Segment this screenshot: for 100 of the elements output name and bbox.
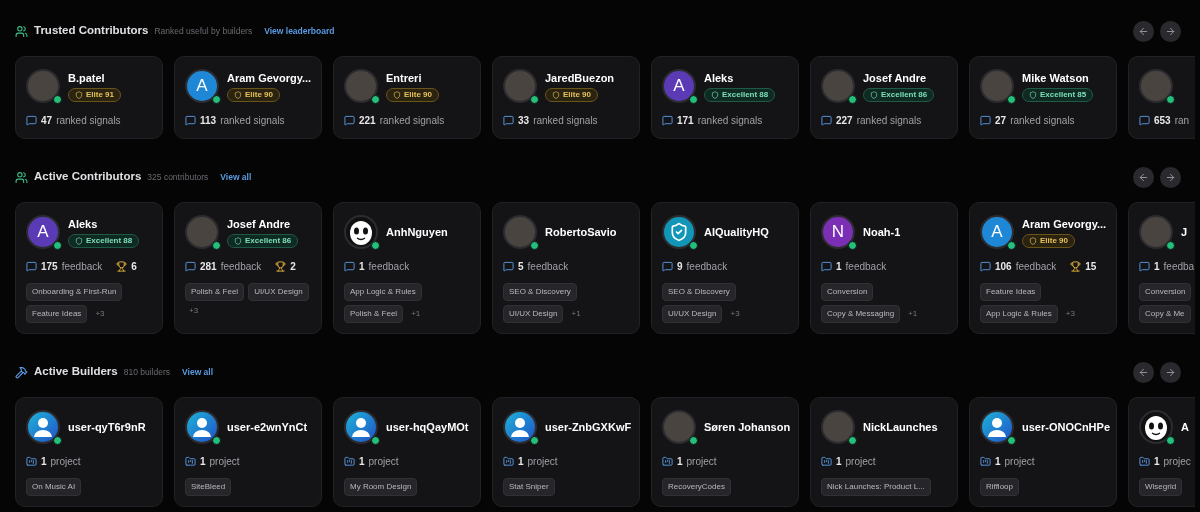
tag: Polish & Feel	[344, 305, 404, 323]
user-name[interactable]: Mike Watson	[1022, 70, 1094, 85]
profile-card[interactable]: N Noah-1 1 feedback Conversion Copy & Messaging +1	[810, 202, 958, 334]
arrow-right-icon	[1165, 366, 1176, 378]
user-name[interactable]: Aram Gevorgy...	[1022, 216, 1107, 231]
stat-count: 5	[518, 260, 524, 274]
user-name[interactable]: Entreri	[386, 70, 439, 85]
next-button[interactable]	[1160, 166, 1181, 188]
user-name[interactable]: B.patel	[68, 70, 121, 85]
folder-icon	[344, 456, 355, 467]
comment-icon	[26, 261, 37, 272]
previous-button[interactable]	[1133, 166, 1154, 188]
comment-icon	[821, 261, 832, 272]
stat-count: 227	[836, 114, 853, 128]
next-button[interactable]	[1160, 361, 1181, 383]
profile-card[interactable]: user-ONOCnHPe 1 project Riffloop	[969, 397, 1117, 507]
tag: RecoveryCodes	[662, 478, 731, 496]
user-name[interactable]: user-qyT6r9nR	[68, 420, 146, 434]
previous-button[interactable]	[1133, 20, 1154, 42]
profile-card[interactable]: A Aram Gevorgy... Elite 90 106 feedback 15 Feature Ideas App Logic & Rules +3	[969, 202, 1117, 334]
stat-label: project	[368, 455, 399, 469]
stat-label: ranked signals	[697, 114, 763, 128]
profile-card[interactable]: J 1 feedba Conversion Copy & Me	[1128, 202, 1195, 334]
user-name[interactable]: AnhNguyen	[386, 225, 448, 239]
profile-card[interactable]: user-e2wnYnCt 1 project SiteBleed	[174, 397, 322, 507]
score-badge: Excellent 85	[1022, 87, 1094, 102]
profile-card[interactable]: user-ZnbGXKwF 1 project Stat Sniper	[492, 397, 640, 507]
stat-count: 175	[41, 260, 58, 274]
stat-label: feedback	[61, 260, 103, 274]
folder-icon	[26, 456, 37, 467]
profile-card[interactable]: Josef Andre Excellent 86 227 ranked signals	[810, 56, 958, 139]
folder-icon	[980, 456, 991, 467]
tag: Onboarding & First-Run	[26, 283, 123, 301]
photo-placeholder	[662, 410, 696, 444]
user-name[interactable]: Aram Gevorgy...	[227, 70, 312, 85]
score-badge: Excellent 88	[704, 87, 776, 102]
user-name[interactable]: Josef Andre	[227, 216, 299, 231]
view-all-link[interactable]: View all	[220, 170, 252, 184]
profile-card[interactable]: JaredBuezon Elite 90 33 ranked signals	[492, 56, 640, 139]
user-name[interactable]: Noah-1	[863, 225, 901, 239]
users-icon	[15, 24, 28, 38]
stat-label: feedback	[220, 260, 262, 274]
user-name[interactable]: AIQualityHQ	[704, 225, 769, 239]
profile-card[interactable]: user-hqQayMOt 1 project My Room Design	[333, 397, 481, 507]
score-badge: Excellent 86	[863, 87, 935, 102]
profile-card[interactable]: NickLaunches 1 project Nick Launches: Product L...	[810, 397, 958, 507]
tag: Conversion	[1139, 283, 1192, 301]
profile-card[interactable]: Josef Andre Excellent 86 281 feedback 2 Polish & Feel UI/UX Design +3	[174, 202, 322, 334]
section-title: Active Builders	[34, 364, 118, 380]
profile-card[interactable]: A Aleks Excellent 88 171 ranked signals	[651, 56, 799, 139]
stat-label: ran	[1174, 114, 1190, 128]
user-name[interactable]: user-hqQayMOt	[386, 420, 469, 434]
user-name[interactable]: user-ZnbGXKwF	[545, 420, 632, 434]
user-name[interactable]: Søren Johanson	[704, 420, 791, 434]
profile-card[interactable]: RobertoSavio 5 feedback SEO & Discovery UI/UX Design +1	[492, 202, 640, 334]
view-all-link[interactable]: View all	[182, 365, 214, 379]
stat-label: ranked signals	[220, 114, 285, 128]
tag: SEO & Discovery	[503, 283, 577, 301]
user-name[interactable]: NickLaunches	[863, 420, 938, 434]
stat-count: 1	[677, 455, 683, 469]
stat-label: project	[209, 455, 240, 469]
section-subtitle: Ranked useful by builders	[154, 24, 253, 38]
stat-count: 47	[41, 114, 53, 128]
stat-label: ranked signals	[1010, 114, 1075, 128]
letter-avatar: A	[26, 215, 60, 249]
next-button[interactable]	[1160, 20, 1181, 42]
stat-count: 1	[359, 260, 365, 274]
comment-icon	[821, 115, 832, 126]
view-all-link[interactable]: View leaderboard	[264, 24, 335, 38]
score-badge: Elite 90	[227, 87, 280, 102]
profile-card[interactable]: A Aram Gevorgy... Elite 90 113 ranked signals	[174, 56, 322, 139]
profile-card[interactable]: AnhNguyen 1 feedback App Logic & Rules Polish & Feel +1	[333, 202, 481, 334]
arrow-right-icon	[1165, 25, 1176, 37]
profile-card[interactable]: Entreri Elite 90 221 ranked signals	[333, 56, 481, 139]
score-badge: Elite 90	[1022, 233, 1075, 248]
previous-button[interactable]	[1133, 361, 1154, 383]
user-name[interactable]: Aleks	[704, 70, 776, 85]
user-name[interactable]: J	[1181, 225, 1188, 239]
profile-card[interactable]: A 1 projec Wisegrid	[1128, 397, 1195, 507]
tag: Copy & Messaging	[821, 305, 901, 323]
user-name[interactable]: Josef Andre	[863, 70, 935, 85]
profile-card[interactable]: user-qyT6r9nR 1 project On Music AI	[15, 397, 163, 507]
tag: UI/UX Design	[503, 305, 564, 323]
profile-card[interactable]: A Aleks Excellent 88 175 feedback 6 Onboarding & First-Run Feature Ideas +3	[15, 202, 163, 334]
comment-icon	[662, 261, 673, 272]
user-name[interactable]: Aleks	[68, 216, 140, 231]
user-name[interactable]: A	[1181, 420, 1189, 434]
user-name[interactable]: RobertoSavio	[545, 225, 617, 239]
profile-card[interactable]: 653 ran	[1128, 56, 1195, 139]
user-name[interactable]: JaredBuezon	[545, 70, 615, 85]
stat-count: 221	[359, 114, 376, 128]
tag: Wisegrid	[1139, 478, 1183, 496]
user-name[interactable]: user-e2wnYnCt	[227, 420, 308, 434]
profile-card[interactable]: B.patel Elite 91 47 ranked signals	[15, 56, 163, 139]
profile-card[interactable]: Søren Johanson 1 project RecoveryCodes	[651, 397, 799, 507]
user-name[interactable]: user-ONOCnHPe	[1022, 420, 1111, 434]
profile-card[interactable]: Mike Watson Excellent 85 27 ranked signals	[969, 56, 1117, 139]
stat-count: 15	[1085, 260, 1097, 274]
stat-count: 33	[518, 114, 530, 128]
profile-card[interactable]: AIQualityHQ 9 feedback SEO & Discovery UI/UX Design +3	[651, 202, 799, 334]
